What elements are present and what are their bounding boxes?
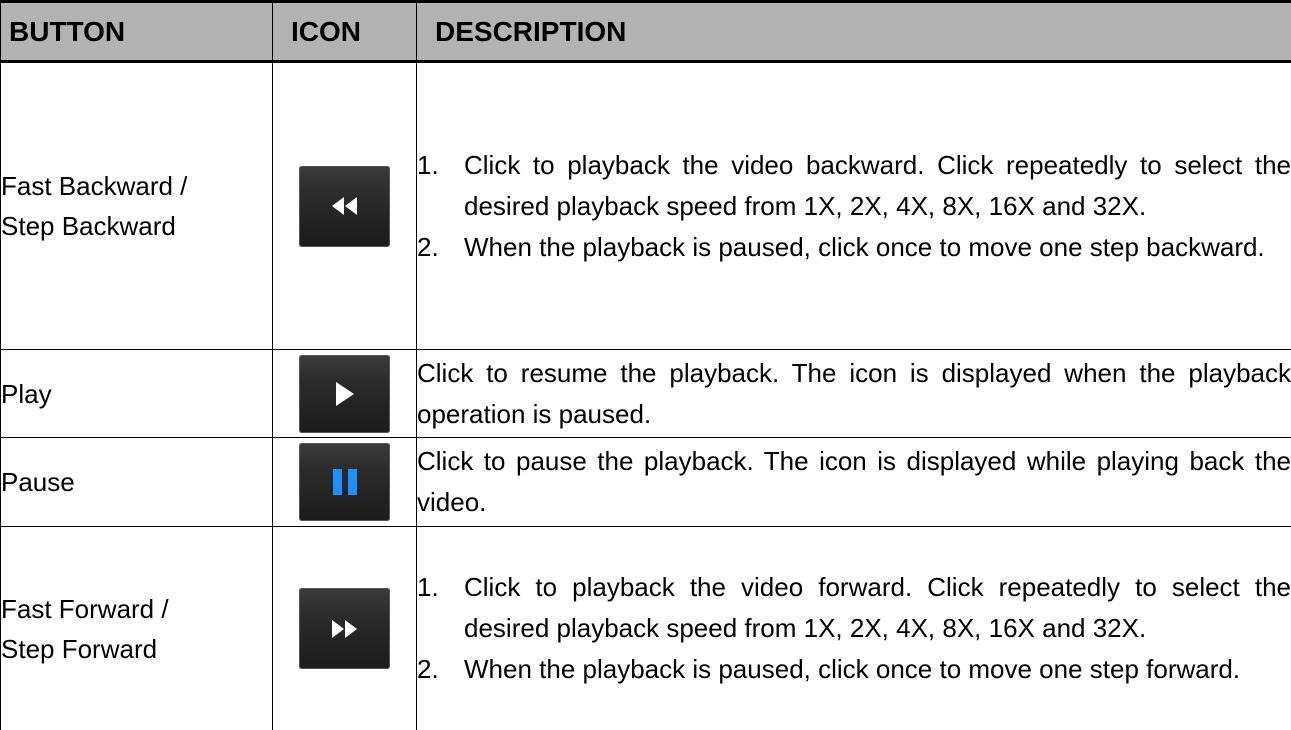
description-cell: 1. Click to playback the video backward.… [417, 62, 1291, 350]
header-button: BUTTON [1, 2, 273, 62]
icon-cell [273, 350, 417, 438]
button-name-line: Fast Forward / [1, 589, 272, 629]
step-text: Click to playback the video forward. Cli… [464, 567, 1291, 649]
step-text: When the playback is paused, click once … [464, 649, 1291, 690]
steps-list: 1. Click to playback the video backward.… [417, 145, 1291, 268]
list-item: 2. When the playback is paused, click on… [417, 649, 1291, 690]
button-name-line: Step Backward [1, 206, 272, 246]
play-icon [336, 382, 354, 406]
play-button[interactable] [299, 355, 390, 433]
fast-forward-icon [332, 620, 358, 638]
description-cell: Click to pause the playback. The icon is… [417, 438, 1291, 527]
step-number: 2. [417, 227, 464, 268]
table-row: Fast Backward / Step Backward 1. Click t… [1, 62, 1291, 350]
button-name-line: Step Forward [1, 629, 272, 669]
button-name-line: Play [1, 374, 272, 414]
button-name-line: Pause [1, 462, 272, 502]
step-number: 2. [417, 649, 464, 690]
fast-forward-button[interactable] [299, 588, 390, 669]
steps-list: 1. Click to playback the video forward. … [417, 567, 1291, 690]
button-reference-table: BUTTON ICON DESCRIPTION Fast Backward / … [0, 0, 1291, 730]
table-row: Play Click to resume the playback. The i… [1, 350, 1291, 438]
step-number: 1. [417, 145, 464, 227]
button-name-cell: Pause [1, 438, 273, 527]
header-icon: ICON [273, 2, 417, 62]
step-text: When the playback is paused, click once … [464, 227, 1291, 268]
icon-cell [273, 62, 417, 350]
icon-cell [273, 438, 417, 527]
button-name-cell: Play [1, 350, 273, 438]
list-item: 2. When the playback is paused, click on… [417, 227, 1291, 268]
step-number: 1. [417, 567, 464, 649]
table-row: Fast Forward / Step Forward 1. Click to … [1, 527, 1291, 730]
table-row: Pause Click to pause the playback. The i… [1, 438, 1291, 527]
fast-backward-icon [332, 197, 358, 215]
description-cell: 1. Click to playback the video forward. … [417, 527, 1291, 730]
pause-button[interactable] [299, 443, 390, 521]
fast-backward-button[interactable] [299, 166, 390, 247]
button-name-cell: Fast Forward / Step Forward [1, 527, 273, 730]
icon-cell [273, 527, 417, 730]
header-description: DESCRIPTION [417, 2, 1291, 62]
step-text: Click to playback the video backward. Cl… [464, 145, 1291, 227]
header-row: BUTTON ICON DESCRIPTION [1, 2, 1291, 62]
button-name-line: Fast Backward / [1, 166, 272, 206]
list-item: 1. Click to playback the video forward. … [417, 567, 1291, 649]
list-item: 1. Click to playback the video backward.… [417, 145, 1291, 227]
pause-icon [333, 469, 357, 495]
description-cell: Click to resume the playback. The icon i… [417, 350, 1291, 438]
button-name-cell: Fast Backward / Step Backward [1, 62, 273, 350]
